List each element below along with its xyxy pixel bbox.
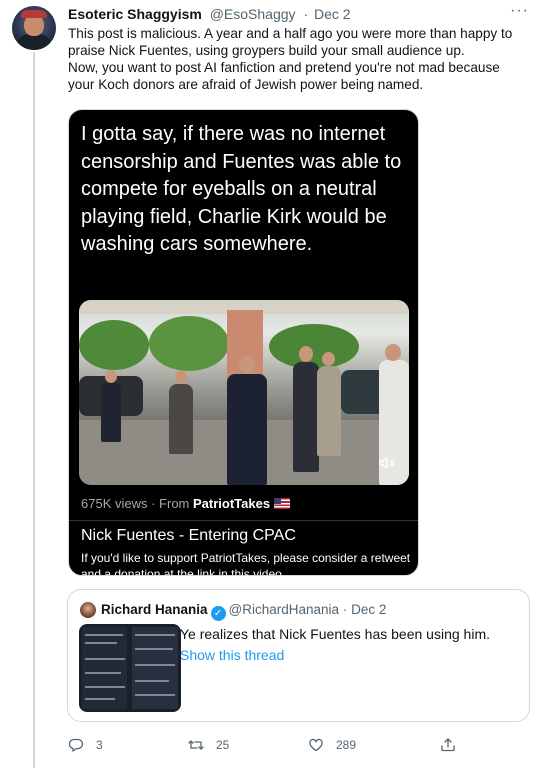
share-icon xyxy=(441,738,455,752)
quote-text: Ye realizes that Nick Fuentes has been u… xyxy=(180,626,490,642)
video-description: If you'd like to support PatriotTakes, p… xyxy=(81,551,411,576)
quote-author-handle[interactable]: @RichardHanania xyxy=(229,602,340,617)
view-count: 675K views xyxy=(81,496,148,511)
tweet-date[interactable]: Dec 2 xyxy=(314,6,351,22)
quote-separator: · xyxy=(342,602,348,617)
like-button[interactable]: 289 xyxy=(308,734,356,756)
author-avatar[interactable] xyxy=(12,6,56,50)
heart-icon xyxy=(309,738,323,752)
thumb-column xyxy=(132,627,178,709)
thumb-line xyxy=(135,648,173,650)
thumb-line xyxy=(85,642,117,644)
retweet-button[interactable]: 25 xyxy=(188,734,229,756)
video-title[interactable]: Nick Fuentes - Entering CPAC xyxy=(81,526,296,546)
media-divider xyxy=(69,520,418,521)
video-person-head xyxy=(105,370,117,383)
thread-line xyxy=(33,52,35,768)
quote-author-name[interactable]: Richard Hanania xyxy=(101,602,208,617)
thumb-line xyxy=(85,686,125,688)
video-person-head xyxy=(322,352,335,366)
thumb-column xyxy=(82,627,127,709)
retweet-icon xyxy=(188,740,204,750)
reply-button[interactable]: 3 xyxy=(68,734,103,756)
verified-badge-icon: ✓ xyxy=(210,606,226,621)
thumb-line xyxy=(85,658,125,660)
reply-icon xyxy=(68,738,84,752)
header-separator: · xyxy=(303,6,309,22)
quote-date[interactable]: Dec 2 xyxy=(351,602,386,617)
video-tree xyxy=(79,320,149,370)
avatar-body xyxy=(18,34,50,50)
video-person xyxy=(101,382,121,442)
video-person-head xyxy=(239,356,255,374)
source-account[interactable]: PatriotTakes xyxy=(193,496,270,511)
author-name[interactable]: Esoteric Shaggyism xyxy=(68,6,202,22)
reply-count: 3 xyxy=(96,738,103,752)
share-button[interactable] xyxy=(440,734,468,756)
more-options-icon[interactable]: ··· xyxy=(510,2,529,20)
video-person xyxy=(317,366,341,456)
retweet-count: 25 xyxy=(216,738,230,752)
tweet-actions: 3 25 289 xyxy=(68,734,468,756)
from-label: · From xyxy=(151,496,190,511)
screenshot-text: I gotta say, if there was no internet ce… xyxy=(81,123,402,255)
media-card[interactable]: I gotta say, if there was no internet ce… xyxy=(68,109,419,576)
video-person-head xyxy=(385,344,401,361)
mute-icon[interactable] xyxy=(379,456,395,473)
video-player[interactable] xyxy=(79,300,409,485)
quote-header: Richard Hanania ✓ @RichardHanania · Dec 2 xyxy=(101,601,386,621)
video-meta: 675K views · From PatriotTakes xyxy=(81,496,291,511)
tweet-header: Esoteric Shaggyism @EsoShaggy · Dec 2 xyxy=(68,4,528,24)
thumb-line xyxy=(135,694,175,696)
quoted-tweet[interactable]: Richard Hanania ✓ @RichardHanania · Dec 2 … xyxy=(67,589,530,722)
thumb-line xyxy=(135,664,175,666)
thumb-line xyxy=(85,672,121,674)
video-person xyxy=(293,362,319,472)
like-count: 289 xyxy=(336,738,357,752)
avatar-hat xyxy=(21,10,47,18)
video-person-head xyxy=(175,370,187,384)
author-handle[interactable]: @EsoShaggy xyxy=(210,6,296,22)
us-flag-icon xyxy=(274,498,291,509)
thumb-line xyxy=(135,680,169,682)
quote-thumbnail[interactable] xyxy=(79,624,181,712)
thumb-line xyxy=(85,634,123,636)
video-tree xyxy=(149,316,229,371)
thumb-line xyxy=(85,698,115,700)
quote-avatar[interactable] xyxy=(80,602,96,618)
tweet-text: This post is malicious. A year and a hal… xyxy=(68,26,513,92)
video-person xyxy=(227,374,267,485)
video-person-head xyxy=(299,346,313,362)
show-thread-link[interactable]: Show this thread xyxy=(180,646,284,664)
thumb-line xyxy=(135,634,175,636)
video-person xyxy=(169,384,193,454)
